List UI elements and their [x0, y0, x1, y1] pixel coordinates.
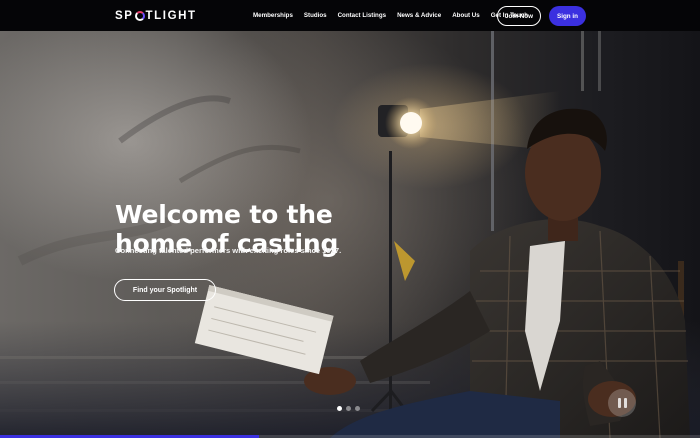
spotlight-logo[interactable]: SP TLIGHT [115, 9, 197, 22]
headline-line-1: Welcome to the [115, 200, 333, 229]
pause-video-button[interactable] [608, 389, 636, 417]
nav-studios[interactable]: Studios [304, 12, 327, 19]
pause-icon-bar [623, 398, 627, 408]
top-navigation: SP TLIGHT Memberships Studios Contact Li… [0, 0, 700, 31]
logo-text-end: TLIGHT [145, 9, 197, 22]
hero-banner: Welcome to the home of casting [0, 31, 700, 438]
nav-news-advice[interactable]: News & Advice [397, 12, 441, 19]
carousel-dot-3[interactable] [355, 406, 360, 411]
find-your-spotlight-button[interactable]: Find your Spotlight [114, 279, 216, 301]
nav-about-us[interactable]: About Us [452, 12, 480, 19]
logo-ring-icon [134, 10, 145, 21]
hero-subline: Connecting talented performers with exci… [115, 246, 342, 255]
logo-text-start: SP [115, 9, 134, 22]
carousel-dot-2[interactable] [346, 406, 351, 411]
carousel-dot-1[interactable] [337, 406, 342, 411]
sign-in-button[interactable]: Sign in [549, 6, 586, 26]
nav-memberships[interactable]: Memberships [253, 12, 293, 19]
carousel-dots [337, 406, 364, 411]
pause-icon [617, 398, 621, 408]
join-now-button[interactable]: Join Now [497, 6, 541, 26]
nav-contact-listings[interactable]: Contact Listings [338, 12, 386, 19]
